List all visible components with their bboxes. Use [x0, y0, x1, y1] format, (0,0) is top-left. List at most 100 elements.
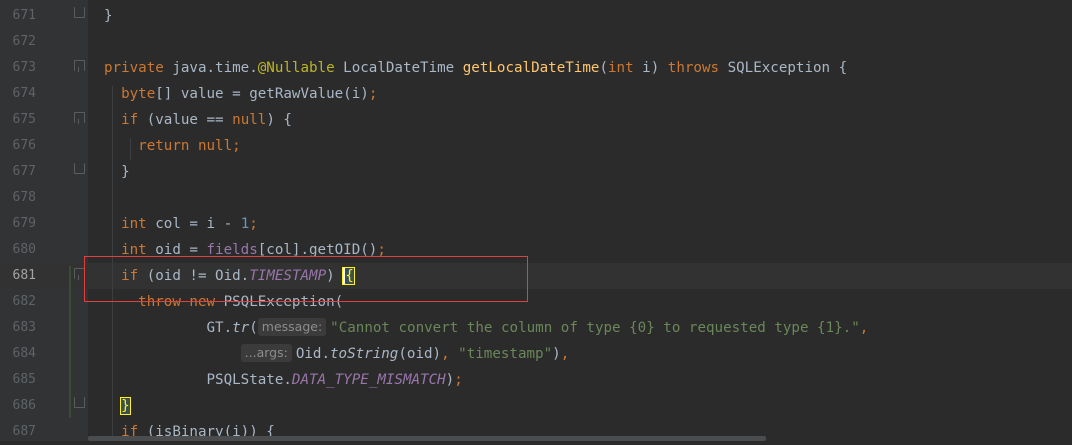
code-line[interactable]: 678 [0, 185, 1072, 211]
line-number[interactable]: 682 [0, 289, 36, 315]
fold-end-icon[interactable] [74, 7, 85, 18]
code-line[interactable]: 683 GT.tr(message: "Cannot convert the co… [0, 315, 1072, 341]
code-token: int [121, 242, 147, 258]
line-number[interactable]: 672 [0, 29, 36, 55]
code-token: } [104, 164, 130, 180]
code-token: "timestamp" [458, 346, 553, 362]
line-number[interactable]: 675 [0, 107, 36, 133]
code-text[interactable]: byte[] value = getRawValue(i); [104, 81, 377, 107]
code-token: , [441, 346, 459, 362]
fold-start-icon[interactable] [74, 60, 85, 72]
code-text[interactable]: return null; [104, 133, 241, 159]
code-token: { [342, 267, 355, 285]
code-text[interactable]: } [104, 159, 130, 185]
fold-start-icon[interactable] [74, 268, 85, 280]
code-line[interactable]: 680 int oid = fields[col].getOID(); [0, 237, 1072, 263]
code-token: PSQLState. [104, 372, 292, 388]
code-token: ; [368, 86, 378, 102]
code-line[interactable]: 676 return null; [0, 133, 1072, 159]
code-text[interactable]: int oid = fields[col].getOID(); [104, 237, 386, 263]
vcs-change-marker[interactable] [69, 266, 71, 418]
code-line[interactable]: 671} [0, 3, 1072, 29]
code-line[interactable]: 675 if (value == null) { [0, 107, 1072, 133]
code-text[interactable]: if (value == null) { [104, 107, 292, 133]
code-token: } [104, 8, 113, 24]
code-token: } [120, 397, 131, 415]
code-token: @Nullable [257, 60, 335, 76]
code-text[interactable]: GT.tr(message: "Cannot convert the column… [104, 315, 868, 341]
code-text[interactable]: ...args: Oid.toString(oid), "timestamp"), [104, 341, 569, 367]
line-number[interactable]: 686 [0, 393, 36, 419]
line-number[interactable]: 681 [0, 263, 36, 289]
line-number[interactable]: 684 [0, 341, 36, 367]
indent-guide [112, 86, 113, 436]
parameter-hint: message: [257, 318, 327, 336]
line-number[interactable]: 677 [0, 159, 36, 185]
code-token: 1 [240, 216, 250, 232]
code-text[interactable]: if (isBinary(i)) { [104, 419, 275, 445]
code-token: TIMESTAMP [249, 268, 327, 284]
line-number[interactable]: 680 [0, 237, 36, 263]
code-token: byte [121, 86, 156, 102]
code-token: java.time. [172, 60, 258, 76]
fold-end-icon[interactable] [74, 163, 85, 174]
code-token: PSQLException( [223, 294, 344, 310]
code-token: private [104, 60, 173, 76]
code-token: ) [445, 372, 455, 388]
code-token: throw new [138, 294, 224, 310]
code-line[interactable]: 677 } [0, 159, 1072, 185]
code-token: ( [249, 320, 258, 336]
fold-start-icon[interactable] [74, 112, 85, 124]
code-token: ) [552, 346, 561, 362]
code-text[interactable]: } [104, 393, 131, 419]
line-number[interactable]: 687 [0, 419, 36, 445]
line-number[interactable]: 678 [0, 185, 36, 211]
code-token: "Cannot convert the column of type {0} t… [330, 320, 860, 336]
code-token: if [121, 268, 139, 284]
code-text[interactable]: } [104, 3, 113, 29]
code-line[interactable]: 687 if (isBinary(i)) { [0, 419, 1072, 445]
code-token: ) [326, 268, 344, 284]
code-token: GT. [104, 320, 233, 336]
code-text[interactable]: int col = i - 1; [104, 211, 258, 237]
code-token: [] value = getRawValue(i) [155, 86, 369, 102]
code-token: , [560, 346, 570, 362]
code-token: (oid != Oid. [138, 268, 250, 284]
line-number[interactable]: 676 [0, 133, 36, 159]
code-token: , [859, 320, 869, 336]
code-token: (value == [138, 112, 233, 128]
line-number[interactable]: 679 [0, 211, 36, 237]
code-line[interactable]: 682 throw new PSQLException( [0, 289, 1072, 315]
code-token: toString [330, 346, 399, 362]
fold-end-icon[interactable] [74, 397, 85, 408]
line-number[interactable]: 685 [0, 367, 36, 393]
code-token: getLocalDateTime [462, 60, 600, 76]
code-text[interactable]: throw new PSQLException( [104, 289, 343, 315]
code-line[interactable]: 681 if (oid != Oid.TIMESTAMP) { [0, 263, 1072, 289]
code-text[interactable]: if (oid != Oid.TIMESTAMP) { [104, 263, 355, 289]
parameter-hint: ...args: [240, 344, 292, 362]
indent-guide [130, 138, 131, 160]
line-number[interactable]: 674 [0, 81, 36, 107]
line-number[interactable]: 671 [0, 3, 36, 29]
code-line[interactable]: 674 byte[] value = getRawValue(i); [0, 81, 1072, 107]
horizontal-scrollbar-thumb[interactable] [88, 436, 766, 441]
code-line[interactable]: 686 } [0, 393, 1072, 419]
code-text[interactable]: PSQLState.DATA_TYPE_MISMATCH); [104, 367, 463, 393]
code-line[interactable]: 673 private java.time.@Nullable LocalDate… [0, 55, 1072, 81]
code-line[interactable]: 685 PSQLState.DATA_TYPE_MISMATCH); [0, 367, 1072, 393]
line-number[interactable]: 673 [0, 55, 36, 81]
line-number[interactable]: 683 [0, 315, 36, 341]
code-line[interactable]: 684 ...args: Oid.toString(oid), "timestam… [0, 341, 1072, 367]
code-token: SQLException { [719, 60, 848, 76]
code-line[interactable]: 672 [0, 29, 1072, 55]
code-text[interactable]: private java.time.@Nullable LocalDateTim… [104, 55, 847, 81]
code-token: int [121, 216, 147, 232]
code-token: ; [377, 242, 386, 258]
code-token: ; [454, 372, 463, 388]
code-line[interactable]: 679 int col = i - 1; [0, 211, 1072, 237]
code-token: i) [633, 60, 668, 76]
code-token: (oid) [398, 346, 442, 362]
